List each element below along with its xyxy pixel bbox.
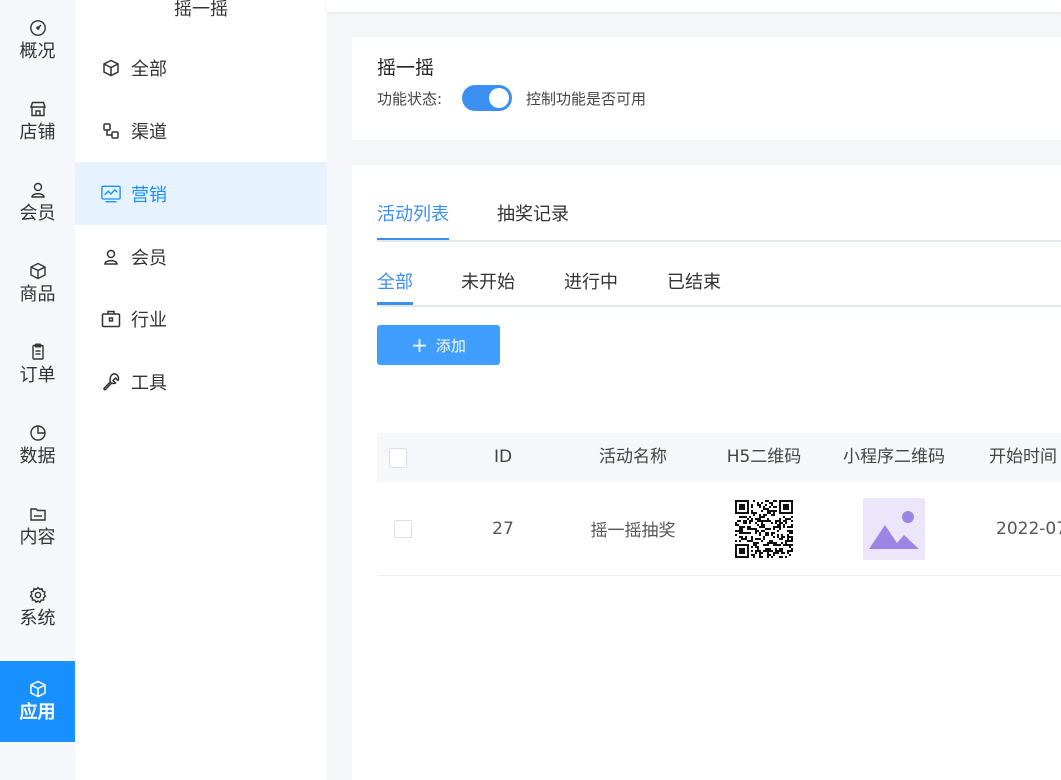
cell-miniprogram-qr — [832, 482, 956, 575]
subnav-item-label: 会员 — [131, 247, 167, 269]
subnav-item-all[interactable]: 全部 — [75, 36, 327, 99]
cell-id: 27 — [492, 518, 514, 539]
subnav-item-tools[interactable]: 工具 — [75, 350, 327, 413]
nav-item-system[interactable]: 系统 — [0, 567, 75, 648]
table-row: 27 摇一摇抽奖 2022-07-2… — [377, 482, 1061, 576]
nav-item-overview[interactable]: 概况 — [0, 0, 75, 81]
nav-item-store[interactable]: 店铺 — [0, 81, 75, 162]
tab-filter-all[interactable]: 全部 — [377, 269, 413, 305]
top-header — [327, 0, 1061, 12]
box-icon — [29, 262, 47, 280]
filter-tabs: 全部 未开始 进行中 已结束 — [377, 269, 1061, 307]
select-all-cell — [389, 433, 407, 482]
nav-item-members[interactable]: 会员 — [0, 162, 75, 243]
status-description: 控制功能是否可用 — [526, 90, 647, 108]
cell-start-time: 2022-07-2… — [996, 518, 1061, 539]
wrench-icon — [101, 372, 121, 392]
toggle-knob — [489, 88, 509, 108]
tab-filter-ended[interactable]: 已结束 — [667, 269, 721, 297]
column-header-id: ID — [493, 447, 513, 467]
subnav-item-industry[interactable]: 行业 — [75, 287, 327, 350]
column-header-miniprogram-qr: 小程序二维码 — [843, 447, 945, 467]
plus-icon: + — [411, 333, 428, 357]
user-icon — [29, 181, 47, 199]
subnav-item-label: 工具 — [131, 372, 167, 394]
primary-nav: 概况 店铺 会员 商品 订单 数据 内容 系统 应用 — [0, 0, 75, 780]
subnav-item-label: 营销 — [131, 184, 167, 206]
column-header-start-time: 开始时间 — [989, 447, 1057, 467]
secondary-nav: 摇一摇 全部 渠道 营销 会员 行业 工具 — [75, 0, 327, 780]
nav-item-apps[interactable]: 应用 — [0, 661, 75, 742]
store-icon — [29, 100, 47, 118]
tab-filter-in-progress[interactable]: 进行中 — [564, 269, 618, 297]
dashboard-icon — [29, 19, 47, 37]
subnav-item-label: 全部 — [131, 58, 167, 80]
nav-item-label: 概况 — [19, 40, 56, 62]
tab-lottery-records[interactable]: 抽奖记录 — [497, 201, 569, 229]
cube-icon — [29, 680, 47, 698]
subnav-item-label: 行业 — [131, 309, 167, 331]
add-button[interactable]: + 添加 — [377, 325, 500, 365]
tab-activity-list[interactable]: 活动列表 — [377, 201, 449, 240]
subnav-item-marketing[interactable]: 营销 — [75, 162, 327, 225]
clipboard-icon — [29, 343, 47, 361]
subnav-item-label: 渠道 — [131, 121, 167, 143]
page-title: 摇一摇 — [377, 57, 435, 79]
marketing-chart-icon — [101, 184, 121, 204]
nav-item-products[interactable]: 商品 — [0, 243, 75, 324]
nav-item-label: 订单 — [19, 364, 56, 386]
secondary-nav-title: 摇一摇 — [174, 0, 228, 20]
nav-item-label: 数据 — [19, 445, 56, 467]
nav-item-content[interactable]: 内容 — [0, 486, 75, 567]
cube-icon — [101, 58, 121, 78]
row-checkbox-cell — [394, 482, 412, 575]
nav-item-data[interactable]: 数据 — [0, 405, 75, 486]
briefcase-icon — [101, 309, 121, 329]
feature-header-card: 摇一摇 功能状态: 控制功能是否可用 — [352, 37, 1061, 140]
folder-icon — [29, 505, 47, 523]
activity-list-card: 活动列表 抽奖记录 全部 未开始 进行中 已结束 + 添加 ID 活动名称 H5… — [352, 165, 1061, 780]
select-all-checkbox[interactable] — [389, 447, 407, 468]
nav-item-label: 商品 — [19, 283, 56, 305]
row-checkbox[interactable] — [394, 519, 412, 538]
gear-icon — [29, 585, 47, 604]
nav-item-orders[interactable]: 订单 — [0, 324, 75, 405]
cell-h5-qr — [712, 482, 816, 575]
main-tabs: 活动列表 抽奖记录 — [377, 201, 1061, 242]
subnav-item-channel[interactable]: 渠道 — [75, 99, 327, 162]
user-icon — [101, 247, 121, 267]
nav-item-label: 内容 — [19, 526, 56, 548]
status-label: 功能状态: — [377, 90, 443, 108]
column-header-name: 活动名称 — [599, 447, 667, 467]
table-header: ID 活动名称 H5二维码 小程序二维码 开始时间 — [377, 433, 1061, 482]
nav-item-label: 系统 — [19, 607, 56, 629]
nav-item-label: 店铺 — [19, 121, 56, 143]
nav-item-label: 会员 — [19, 202, 56, 224]
h5-qr-code-icon[interactable] — [735, 499, 793, 558]
cell-activity-name: 摇一摇抽奖 — [590, 521, 676, 541]
nav-item-label: 应用 — [19, 701, 56, 723]
feature-status-toggle[interactable] — [462, 85, 512, 111]
pie-chart-icon — [29, 424, 47, 442]
channel-icon — [101, 121, 121, 141]
column-header-h5-qr: H5二维码 — [726, 447, 802, 467]
tab-filter-not-started[interactable]: 未开始 — [461, 269, 515, 297]
subnav-item-members[interactable]: 会员 — [75, 225, 327, 288]
add-button-label: 添加 — [435, 336, 466, 355]
image-placeholder-icon[interactable] — [863, 497, 925, 560]
